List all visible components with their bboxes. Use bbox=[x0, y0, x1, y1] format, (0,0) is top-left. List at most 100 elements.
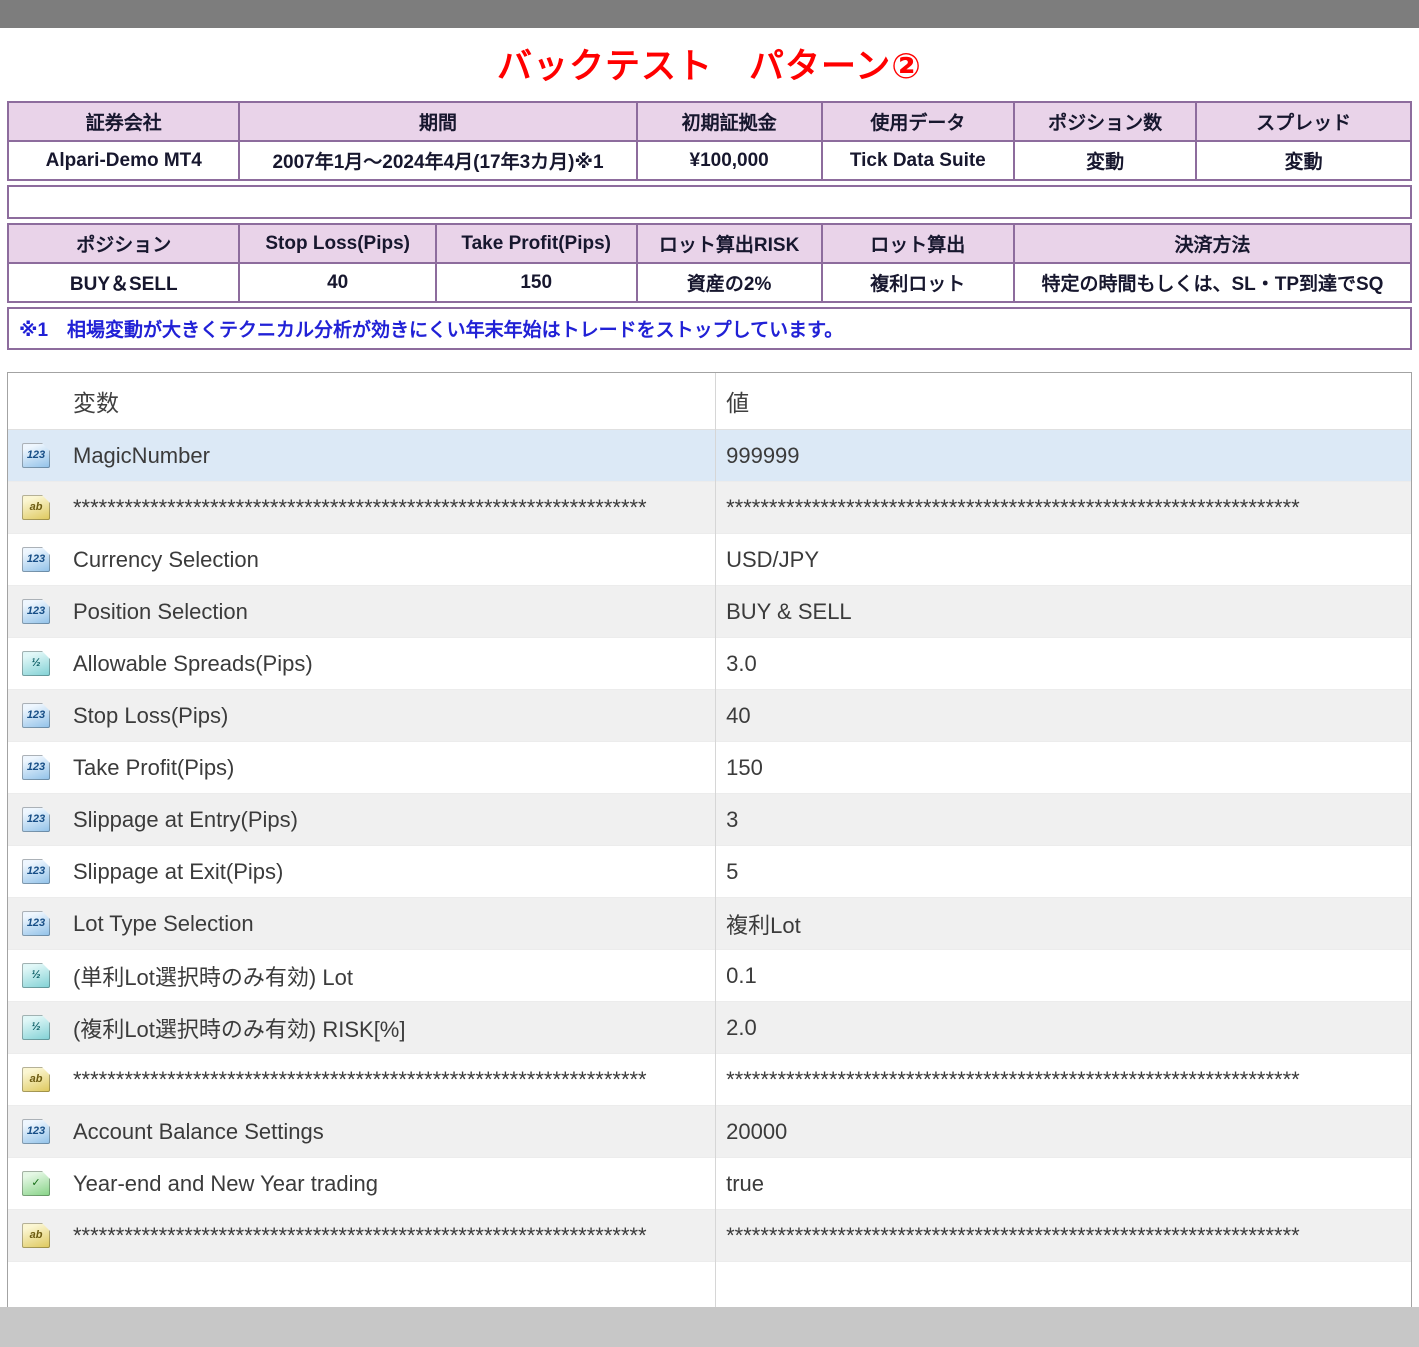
parameter-label: Year-end and New Year trading bbox=[73, 1170, 378, 1196]
summary-value-cell: Tick Data Suite bbox=[820, 140, 1015, 181]
settings-value-row: BUY＆SELL 40 150 資産の2% 複利ロット 特定の時間もしくは、SL・TP到達… bbox=[6, 262, 1413, 303]
string-type-icon: ab bbox=[22, 1067, 50, 1092]
parameter-row[interactable]: 123 Slippage at Exit(Pips) 5 bbox=[8, 846, 1411, 898]
parameter-label: (複利Lot選択時のみ有効) RISK[%] bbox=[73, 1016, 406, 1042]
parameter-value[interactable]: ****************************************… bbox=[715, 1067, 1411, 1093]
summary-value-row: Alpari-Demo MT4 2007年1月～2024年4月(17年3カ月)※1… bbox=[6, 140, 1412, 181]
parameter-value[interactable]: 20000 bbox=[715, 1119, 1411, 1145]
parameter-name-cell: ½ (複利Lot選択時のみ有効) RISK[%] bbox=[8, 1002, 715, 1053]
settings-header-row: ポジション Stop Loss(Pips) Take Profit(Pips) ロット… bbox=[6, 223, 1413, 264]
parameter-value[interactable]: 複利Lot bbox=[715, 908, 1411, 940]
parameter-label: ****************************************… bbox=[73, 494, 647, 520]
parameter-value[interactable]: BUY & SELL bbox=[715, 599, 1411, 625]
parameter-name-cell: 123 Lot Type Selection bbox=[8, 898, 715, 949]
parameter-row[interactable]: 123 Take Profit(Pips) 150 bbox=[8, 742, 1411, 794]
parameter-value[interactable]: ****************************************… bbox=[715, 1223, 1411, 1249]
parameter-row[interactable]: 123 Lot Type Selection 複利Lot bbox=[8, 898, 1411, 950]
settings-header-cell: Take Profit(Pips) bbox=[434, 223, 638, 264]
summary-value-cell: 変動 bbox=[1012, 140, 1198, 181]
parameters-panel: 変数 値 123 MagicNumber 999999 ab *************… bbox=[7, 372, 1412, 1307]
settings-value-cell: 特定の時間もしくは、SL・TP到達でSQ bbox=[1012, 262, 1413, 303]
empty-spacer-row bbox=[7, 185, 1412, 219]
string-type-icon: ab bbox=[22, 495, 50, 520]
parameter-row[interactable]: ½ Allowable Spreads(Pips) 3.0 bbox=[8, 638, 1411, 690]
parameter-row[interactable]: ½ (単利Lot選択時のみ有効) Lot 0.1 bbox=[8, 950, 1411, 1002]
parameter-label: MagicNumber bbox=[73, 442, 210, 468]
parameter-value[interactable]: 3.0 bbox=[715, 651, 1411, 677]
summary-table: 証券会社 期間 初期証拠金 使用データ ポジション数 スプレッド Alpari-Demo … bbox=[6, 101, 1412, 181]
parameter-value[interactable]: 2.0 bbox=[715, 1015, 1411, 1041]
parameter-value[interactable]: 3 bbox=[715, 807, 1411, 833]
parameters-header-row: 変数 値 bbox=[8, 373, 1411, 430]
parameter-row[interactable]: ab **************************************… bbox=[8, 1054, 1411, 1106]
page-content: バックテスト パターン② 証券会社 期間 初期証拠金 使用データ ポジション数 スプレッド… bbox=[0, 28, 1419, 1307]
parameter-name-cell: ½ Allowable Spreads(Pips) bbox=[8, 638, 715, 689]
parameter-label: Currency Selection bbox=[73, 546, 259, 572]
string-type-icon: ab bbox=[22, 1223, 50, 1248]
parameters-rows: 123 MagicNumber 999999 ab ******************… bbox=[8, 430, 1411, 1262]
integer-type-icon: 123 bbox=[22, 859, 50, 884]
parameter-row[interactable]: ✓ Year-end and New Year trading true bbox=[8, 1158, 1411, 1210]
parameter-value[interactable]: 0.1 bbox=[715, 963, 1411, 989]
summary-header-row: 証券会社 期間 初期証拠金 使用データ ポジション数 スプレッド bbox=[6, 101, 1412, 142]
parameter-row[interactable]: ab **************************************… bbox=[8, 1210, 1411, 1262]
summary-value-cell: ¥100,000 bbox=[635, 140, 823, 181]
parameter-name-cell: ab **************************************… bbox=[8, 482, 715, 533]
integer-type-icon: 123 bbox=[22, 807, 50, 832]
double-type-icon: ½ bbox=[22, 963, 50, 988]
variable-column-header: 変数 bbox=[73, 390, 119, 416]
parameter-name-cell: 123 Slippage at Exit(Pips) bbox=[8, 846, 715, 897]
footnote: ※1 相場変動が大きくテクニカル分析が効きにくい年末年始はトレードをストップして… bbox=[7, 307, 1412, 350]
parameter-label: Take Profit(Pips) bbox=[73, 754, 235, 780]
summary-header-cell: ポジション数 bbox=[1012, 101, 1198, 142]
value-column-header: 値 bbox=[726, 390, 750, 416]
summary-value-cell: Alpari-Demo MT4 bbox=[6, 140, 241, 181]
parameter-label: Stop Loss(Pips) bbox=[73, 702, 229, 728]
parameter-name-cell: 123 Stop Loss(Pips) bbox=[8, 690, 715, 741]
parameter-label: Account Balance Settings bbox=[73, 1118, 324, 1144]
integer-type-icon: 123 bbox=[22, 547, 50, 572]
settings-value-cell: 40 bbox=[238, 262, 437, 303]
settings-header-cell: ロット算出RISK bbox=[635, 223, 823, 264]
settings-table: ポジション Stop Loss(Pips) Take Profit(Pips) ロット… bbox=[6, 223, 1413, 303]
parameter-row[interactable]: ab **************************************… bbox=[8, 482, 1411, 534]
summary-header-cell: 証券会社 bbox=[6, 101, 241, 142]
parameter-value[interactable]: USD/JPY bbox=[715, 547, 1411, 573]
summary-value-cell: 2007年1月～2024年4月(17年3カ月)※1 bbox=[238, 140, 638, 181]
parameter-row[interactable]: 123 MagicNumber 999999 bbox=[8, 430, 1411, 482]
summary-header-cell: 初期証拠金 bbox=[635, 101, 823, 142]
parameter-row[interactable]: 123 Stop Loss(Pips) 40 bbox=[8, 690, 1411, 742]
double-type-icon: ½ bbox=[22, 651, 50, 676]
parameter-value[interactable]: 5 bbox=[715, 859, 1411, 885]
parameter-row[interactable]: 123 Slippage at Entry(Pips) 3 bbox=[8, 794, 1411, 846]
parameter-name-cell: 123 Take Profit(Pips) bbox=[8, 742, 715, 793]
column-divider[interactable] bbox=[715, 373, 717, 1307]
parameter-row[interactable]: 123 Account Balance Settings 20000 bbox=[8, 1106, 1411, 1158]
parameter-value[interactable]: 150 bbox=[715, 755, 1411, 781]
parameter-label: Allowable Spreads(Pips) bbox=[73, 650, 313, 676]
window-top-bar bbox=[0, 0, 1419, 28]
parameter-row[interactable]: ½ (複利Lot選択時のみ有効) RISK[%] 2.0 bbox=[8, 1002, 1411, 1054]
parameter-value[interactable]: ****************************************… bbox=[715, 495, 1411, 521]
parameter-name-cell: 123 Currency Selection bbox=[8, 534, 715, 585]
parameter-row[interactable]: 123 Currency Selection USD/JPY bbox=[8, 534, 1411, 586]
parameter-value[interactable]: 40 bbox=[715, 703, 1411, 729]
parameter-value[interactable]: 999999 bbox=[715, 443, 1411, 469]
settings-value-cell: 資産の2% bbox=[635, 262, 823, 303]
settings-header-cell: 決済方法 bbox=[1012, 223, 1413, 264]
summary-header-cell: 期間 bbox=[238, 101, 638, 142]
integer-type-icon: 123 bbox=[22, 443, 50, 468]
summary-header-cell: 使用データ bbox=[820, 101, 1015, 142]
window-bottom-bar bbox=[0, 1307, 1419, 1347]
parameter-row[interactable]: 123 Position Selection BUY & SELL bbox=[8, 586, 1411, 638]
integer-type-icon: 123 bbox=[22, 911, 50, 936]
integer-type-icon: 123 bbox=[22, 599, 50, 624]
settings-header-cell: ロット算出 bbox=[820, 223, 1015, 264]
parameter-label: ****************************************… bbox=[73, 1222, 647, 1248]
integer-type-icon: 123 bbox=[22, 755, 50, 780]
settings-header-cell: ポジション bbox=[6, 223, 241, 264]
settings-header-cell: Stop Loss(Pips) bbox=[238, 223, 437, 264]
summary-header-cell: スプレッド bbox=[1195, 101, 1412, 142]
parameter-label: Lot Type Selection bbox=[73, 910, 254, 936]
parameter-value[interactable]: true bbox=[715, 1171, 1411, 1197]
